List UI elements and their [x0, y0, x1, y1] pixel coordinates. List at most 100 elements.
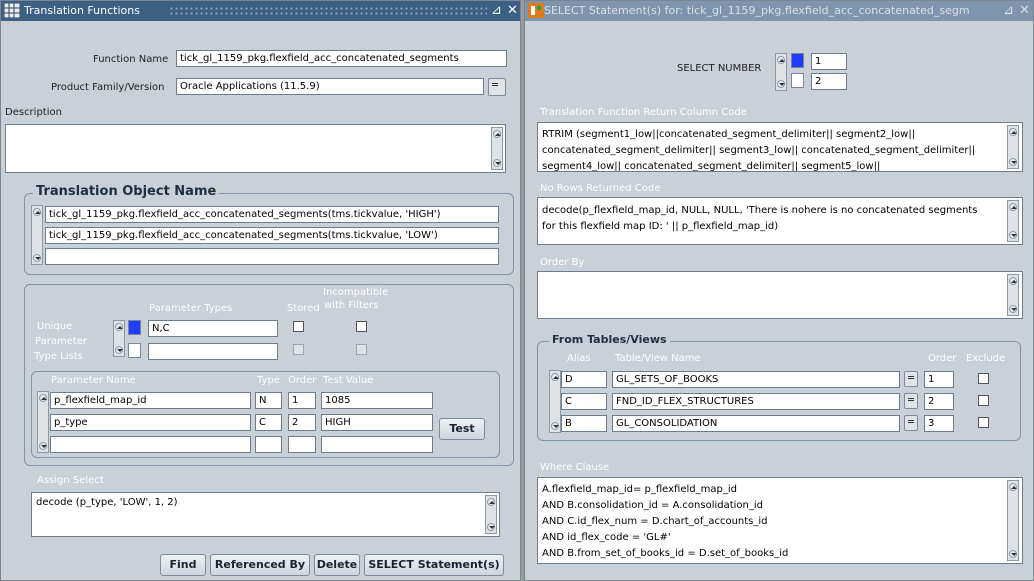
scroll-up-icon[interactable] — [33, 208, 41, 216]
table-order-field[interactable]: 1 — [924, 371, 954, 388]
parameter-type-field[interactable]: N — [255, 392, 282, 409]
function-name-field[interactable]: tick_gl_1159_pkg.flexfield_acc_concatena… — [176, 50, 507, 67]
scroll-down-icon[interactable] — [487, 523, 495, 531]
table-order-field[interactable]: 3 — [924, 415, 954, 432]
tables-scrollbar[interactable] — [549, 370, 561, 433]
incompatible-checkbox[interactable] — [356, 344, 367, 355]
where-clause-field[interactable]: A.flexfield_map_id= p_flexfield_map_id A… — [537, 477, 1023, 564]
scroll-up-icon[interactable] — [551, 373, 559, 381]
scroll-down-icon[interactable] — [1009, 305, 1017, 313]
parameter-order-field[interactable] — [288, 436, 316, 453]
assign-select-scrollbar[interactable] — [485, 495, 497, 534]
translation-object-row[interactable]: tick_gl_1159_pkg.flexfield_acc_concatena… — [45, 206, 499, 223]
assign-select-field[interactable]: decode (p_type, 'LOW', 1, 2) — [31, 492, 500, 537]
scroll-up-icon[interactable] — [487, 498, 495, 506]
scroll-down-icon[interactable] — [551, 422, 559, 430]
exclude-checkbox[interactable] — [978, 395, 989, 406]
select-number-scrollbar[interactable] — [775, 53, 787, 91]
select-number-field[interactable]: 1 — [811, 53, 847, 70]
parameter-type-list-field[interactable]: N,C — [148, 320, 278, 337]
table-lov-button[interactable] — [904, 393, 918, 409]
parameter-name-field[interactable] — [50, 436, 251, 453]
no-rows-field[interactable]: decode(p_flexfield_map_id, NULL, NULL, '… — [537, 197, 1023, 245]
parameter-order-field[interactable]: 1 — [288, 392, 316, 409]
table-lov-button[interactable] — [904, 371, 918, 387]
alias-header: Alias — [567, 353, 591, 364]
find-button[interactable]: Find — [160, 554, 206, 576]
record-indicator[interactable] — [791, 73, 804, 88]
alias-field[interactable]: C — [561, 393, 607, 410]
select-statements-button[interactable]: SELECT Statement(s) — [364, 554, 504, 576]
minimize-icon[interactable]: ⊿ — [1003, 1, 1014, 21]
scroll-down-icon[interactable] — [1009, 550, 1017, 558]
parameter-test-value-field[interactable] — [321, 436, 433, 453]
alias-field[interactable]: B — [561, 415, 607, 432]
order-by-field[interactable] — [537, 271, 1023, 319]
scroll-up-icon[interactable] — [39, 394, 47, 402]
close-icon[interactable]: ✕ — [507, 1, 518, 21]
type-lists-scrollbar[interactable] — [113, 320, 125, 357]
window-title: SELECT Statement(s) for: tick_gl_1159_pk… — [544, 4, 970, 17]
parameter-test-value-field[interactable]: HIGH — [321, 414, 433, 431]
scroll-up-icon[interactable] — [493, 130, 501, 138]
test-button[interactable]: Test — [439, 418, 485, 440]
record-indicator[interactable] — [128, 343, 141, 358]
scroll-up-icon[interactable] — [1009, 483, 1017, 491]
close-icon[interactable]: ✕ — [1019, 1, 1030, 21]
description-scrollbar[interactable] — [491, 127, 503, 170]
table-lov-button[interactable] — [904, 415, 918, 431]
translation-object-row[interactable]: tick_gl_1159_pkg.flexfield_acc_concatena… — [45, 227, 499, 244]
current-record-indicator[interactable] — [128, 320, 141, 335]
description-field[interactable] — [5, 124, 506, 173]
table-order-field[interactable]: 2 — [924, 393, 954, 410]
table-name-field[interactable]: GL_CONSOLIDATION — [612, 415, 900, 432]
return-column-field[interactable]: RTRIM (segment1_low||concatenated_segmen… — [537, 122, 1023, 172]
translation-object-row[interactable] — [45, 248, 499, 265]
parameter-type-field[interactable] — [255, 436, 282, 453]
return-column-scrollbar[interactable] — [1007, 125, 1019, 169]
parameter-type-field[interactable]: C — [255, 414, 282, 431]
scroll-down-icon[interactable] — [33, 254, 41, 262]
product-family-field[interactable]: Oracle Applications (11.5.9) — [176, 78, 484, 95]
minimize-icon[interactable]: ⊿ — [491, 1, 502, 21]
no-rows-scrollbar[interactable] — [1007, 200, 1019, 242]
parameter-order-field[interactable]: 2 — [288, 414, 316, 431]
select-number-field[interactable]: 2 — [811, 73, 847, 90]
type-header: Type — [257, 375, 280, 386]
parameter-test-value-field[interactable]: 1085 — [321, 392, 433, 409]
exclude-checkbox[interactable] — [978, 417, 989, 428]
table-name-field[interactable]: GL_SETS_OF_BOOKS — [612, 371, 900, 388]
current-record-indicator[interactable] — [791, 53, 804, 68]
parameter-type-list-field[interactable] — [148, 343, 278, 360]
stored-checkbox[interactable] — [293, 321, 304, 332]
translation-object-title: Translation Object Name — [33, 184, 220, 199]
referenced-by-button[interactable]: Referenced By — [210, 554, 310, 576]
scroll-up-icon[interactable] — [777, 56, 785, 64]
scroll-down-icon[interactable] — [777, 80, 785, 88]
scroll-up-icon[interactable] — [1009, 128, 1017, 136]
scroll-up-icon[interactable] — [115, 323, 123, 331]
where-clause-scrollbar[interactable] — [1007, 480, 1019, 561]
scroll-down-icon[interactable] — [39, 442, 47, 450]
scroll-up-icon[interactable] — [1009, 277, 1017, 285]
where-clause-label: Where Clause — [540, 462, 610, 473]
incompatible-checkbox[interactable] — [356, 321, 367, 332]
title-bar[interactable]: Translation Functions ⊿ ✕ — [1, 1, 520, 21]
parameter-name-field[interactable]: p_flexfield_map_id — [50, 392, 251, 409]
title-bar[interactable]: SELECT Statement(s) for: tick_gl_1159_pk… — [525, 1, 1033, 21]
product-family-lov-button[interactable] — [488, 78, 506, 96]
stored-checkbox[interactable] — [293, 344, 304, 355]
translation-object-scrollbar[interactable] — [31, 205, 43, 265]
scroll-down-icon[interactable] — [493, 159, 501, 167]
parameter-name-field[interactable]: p_type — [50, 414, 251, 431]
scroll-up-icon[interactable] — [1009, 203, 1017, 211]
delete-button[interactable]: Delete — [314, 554, 360, 576]
alias-field[interactable]: D — [561, 371, 607, 388]
table-name-field[interactable]: FND_ID_FLEX_STRUCTURES — [612, 393, 900, 410]
scroll-down-icon[interactable] — [115, 346, 123, 354]
scroll-down-icon[interactable] — [1009, 231, 1017, 239]
exclude-checkbox[interactable] — [978, 373, 989, 384]
order-by-scrollbar[interactable] — [1007, 274, 1019, 316]
parameters-scrollbar[interactable] — [37, 391, 49, 453]
scroll-down-icon[interactable] — [1009, 158, 1017, 166]
